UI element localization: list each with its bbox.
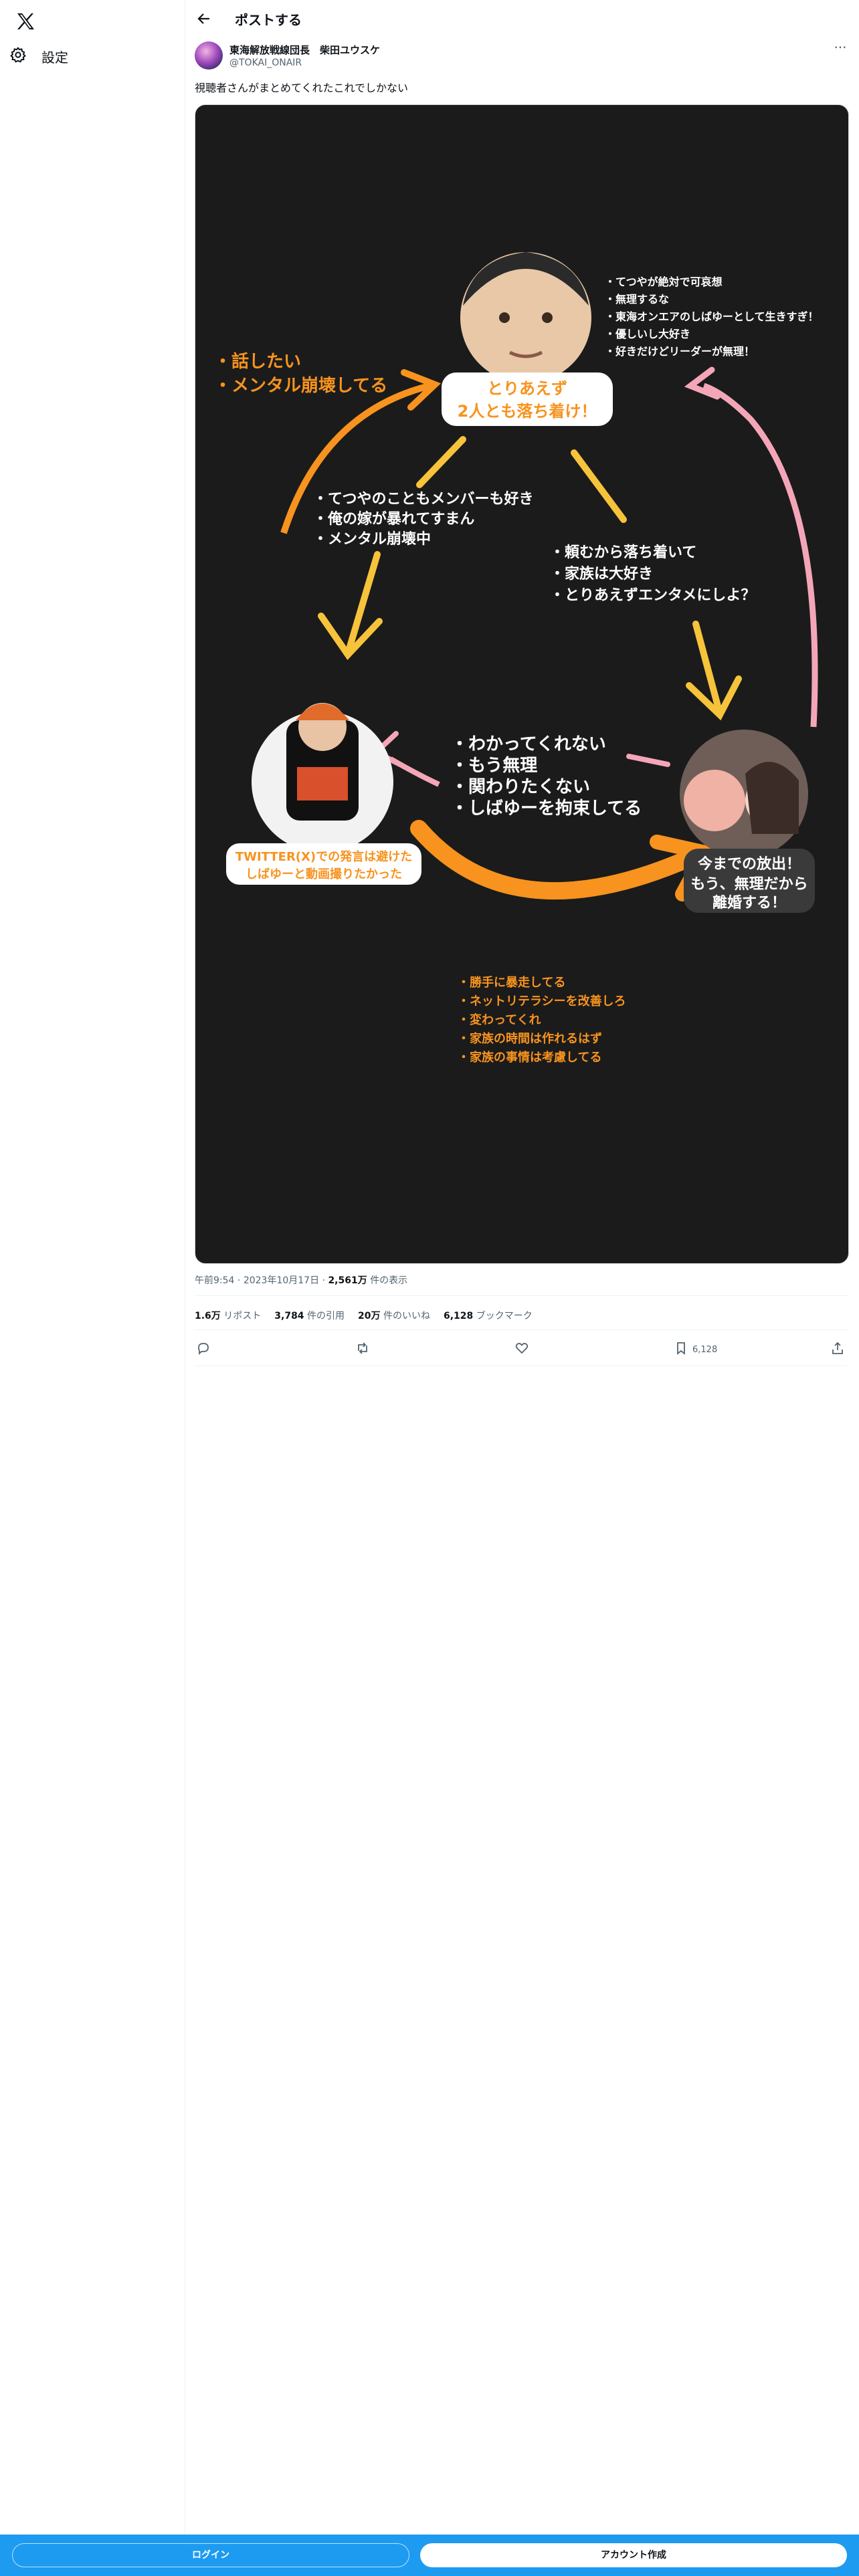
- left-label-line2: しばゆーと動画撮りたかった: [246, 867, 402, 881]
- mid-bullet: ・もう無理: [451, 756, 537, 776]
- main-column: ポストする 東海解放戦線団長 柴田ユウスケ @TOKAI_ONAIR ··· 視…: [185, 0, 859, 1366]
- right-label-line1: 今までの放出！: [698, 855, 801, 873]
- quote-count: 3,784: [274, 1311, 304, 1321]
- bottom-bullet: ・勝手に暴走してる: [458, 975, 565, 990]
- top-face-photo: [460, 252, 591, 383]
- center-right-bullet: ・とりあえずエンタメにしよ？: [550, 587, 755, 604]
- divider: [195, 1329, 848, 1330]
- right-label-line3: 離婚する！: [712, 894, 786, 911]
- quote-stat[interactable]: 3,784 件の引用: [274, 1309, 345, 1322]
- left-bullet: ・メンタル崩壊してる: [214, 376, 387, 396]
- post-author: 東海解放戦線団長 柴田ユウスケ @TOKAI_ONAIR ···: [195, 40, 850, 74]
- avatar[interactable]: [195, 41, 223, 70]
- bookmark-stat[interactable]: 6,128 ブックマーク: [444, 1309, 533, 1322]
- bookmark-label: ブックマーク: [476, 1311, 533, 1321]
- bookmark-button[interactable]: 6,128: [674, 1336, 717, 1363]
- arrow-left-to-right: [410, 820, 692, 900]
- login-button[interactable]: ログイン: [12, 2543, 409, 2567]
- repost-icon: [355, 1341, 370, 1358]
- x-logo-icon[interactable]: [12, 8, 39, 35]
- bookmark-icon: [674, 1341, 688, 1358]
- left-person-photo: [252, 703, 393, 853]
- bottom-bullet: ・家族の事情は考慮してる: [458, 1050, 601, 1065]
- left-bullet: ・話したい: [214, 351, 301, 372]
- author-name[interactable]: 東海解放戦線団長 柴田ユウスケ: [229, 43, 380, 57]
- bookmark-count: 6,128: [443, 1311, 474, 1321]
- repost-button[interactable]: [355, 1336, 370, 1363]
- post-time[interactable]: 午前9:54: [195, 1275, 234, 1286]
- top-bullet: ・優しいし大好き: [605, 328, 690, 340]
- arrow-right-to-top: [702, 383, 818, 728]
- center-left-bullet: ・メンタル崩壊中: [313, 531, 431, 548]
- arrowhead: [684, 366, 721, 400]
- sidebar: 設定: [0, 0, 185, 2535]
- create-account-button[interactable]: アカウント作成: [420, 2543, 847, 2567]
- sidebar-item-settings[interactable]: 設定: [9, 43, 68, 70]
- mid-bullet: ・わかってくれない: [451, 734, 606, 754]
- center-left-bullet: ・てつやのこともメンバーも好き: [313, 490, 534, 508]
- right-couple-photo: [680, 730, 808, 858]
- view-count: 2,561万: [328, 1275, 367, 1286]
- post-actions: 6,128: [195, 1336, 848, 1363]
- center-left-bullet: ・俺の嫁が暴れてすまん: [313, 510, 474, 528]
- top-bullet: ・東海オンエアのしばゆーとして生きすぎ！: [605, 310, 819, 323]
- arrow-top-to-right-stub: [571, 449, 627, 523]
- like-stat[interactable]: 20万 件のいいね: [358, 1309, 430, 1322]
- top-label-line1: とりあえず: [487, 379, 567, 398]
- bottom-bullet: ・家族の時間は作れるはず: [458, 1031, 602, 1046]
- gear-icon: [9, 46, 27, 66]
- top-label-line2: 2人とも落ち着け！: [458, 402, 597, 421]
- repost-label: リポスト: [223, 1311, 262, 1321]
- back-arrow-icon[interactable]: [191, 5, 217, 32]
- top-bullet: ・無理するな: [605, 293, 669, 306]
- top-bullet: ・好きだけどリーダーが無理！: [605, 345, 755, 358]
- header: ポストする: [185, 0, 859, 37]
- like-count: 20万: [358, 1311, 381, 1321]
- share-icon: [830, 1341, 845, 1358]
- repost-stat[interactable]: 1.6万 リポスト: [195, 1309, 261, 1322]
- reply-icon: [196, 1341, 211, 1358]
- more-options-icon[interactable]: ···: [830, 41, 850, 59]
- left-label-line1: TWITTER(X)での発言は避けた: [235, 849, 412, 864]
- center-right-bullet: ・家族は大好き: [550, 565, 653, 582]
- arrow-top-to-left-stub: [416, 436, 466, 488]
- quote-label: 件の引用: [307, 1311, 345, 1321]
- bookmark-action-count: 6,128: [692, 1344, 718, 1355]
- settings-label: 設定: [41, 49, 68, 66]
- bottom-bullet: ・変わってくれ: [458, 1012, 541, 1027]
- heart-icon: [514, 1341, 529, 1358]
- repost-count: 1.6万: [195, 1311, 221, 1321]
- share-button[interactable]: [830, 1336, 845, 1363]
- post-image[interactable]: とりあえず 2人とも落ち着け！ ・てつやが絶対で可哀想 ・無理するな ・東海オン…: [195, 104, 849, 1264]
- author-handle[interactable]: @TOKAI_ONAIR: [229, 58, 302, 68]
- divider: [195, 1295, 848, 1296]
- post-text: 視聴者さんがまとめてくれたこれでしかない: [195, 82, 409, 94]
- page-title: ポストする: [235, 11, 302, 28]
- arrow-right-to-mid: [626, 754, 670, 767]
- center-right-bullet: ・頼むから落ち着いて: [550, 544, 696, 561]
- view-count-label: 件の表示: [370, 1275, 408, 1286]
- like-label: 件のいいね: [383, 1311, 430, 1321]
- right-label-line2: もう、無理だから: [690, 875, 807, 893]
- like-button[interactable]: [514, 1336, 529, 1363]
- post-meta: 午前9:54 · 2023年10月17日 · 2,561万 件の表示: [195, 1275, 408, 1286]
- reply-button[interactable]: [196, 1336, 211, 1363]
- post-stats: 1.6万 リポスト 3,784 件の引用 20万 件のいいね 6,128 ブック…: [195, 1309, 533, 1322]
- post-date[interactable]: 2023年10月17日: [244, 1275, 319, 1286]
- bottom-bullet: ・ネットリテラシーを改善しろ: [458, 994, 626, 1008]
- top-bullet: ・てつやが絶対で可哀想: [605, 276, 723, 288]
- mid-bullet: ・しばゆーを拘束してる: [451, 798, 642, 819]
- mid-bullet: ・関わりたくない: [451, 777, 590, 797]
- signup-bar: ログイン アカウント作成: [0, 2535, 859, 2576]
